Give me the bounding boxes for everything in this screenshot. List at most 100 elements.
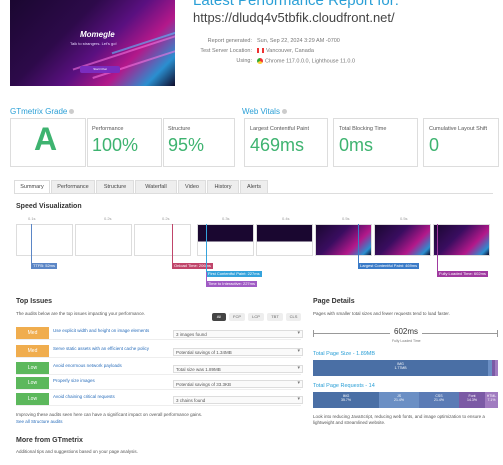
- chevron-down-icon[interactable]: ▾: [297, 396, 300, 402]
- page-screenshot-thumbnail: Momegle Talk to strangers. Let's go! Sta…: [10, 0, 175, 86]
- meta-key-location: Test Server Location:: [200, 48, 252, 54]
- issue-title[interactable]: Serve static assets with an efficient ca…: [53, 346, 178, 351]
- grade-letter: A: [34, 121, 58, 157]
- size-segment[interactable]: [495, 360, 498, 376]
- top-issues-subtitle: The audits below are the top issues impa…: [16, 311, 146, 316]
- filter-tbt[interactable]: TBT: [267, 313, 283, 321]
- issue-row[interactable]: Low Avoid chaining critical requests 3 c…: [16, 392, 303, 406]
- chevron-down-icon[interactable]: ▾: [297, 330, 300, 336]
- tick-label: 0.1s: [28, 216, 36, 221]
- filmstrip-frame[interactable]: [75, 224, 132, 256]
- onload-marker: [172, 224, 173, 264]
- request-segment-html[interactable]: HTML 7.1%: [485, 392, 498, 408]
- severity-badge: Med: [16, 345, 49, 357]
- severity-badge: Low: [16, 362, 49, 374]
- page-requests-bar: IMG 35.7% JS 21.4% CSS 21.4% Font 14.3% HTML…: [313, 392, 498, 408]
- issue-title[interactable]: Avoid enormous network payloads: [53, 363, 178, 368]
- lcp-label: Largest Contentful Paint: [250, 126, 310, 132]
- fully-loaded-marker: [437, 224, 438, 272]
- lcp-marker: [358, 224, 359, 264]
- filter-cls[interactable]: CLS: [286, 313, 301, 321]
- cls-label: Cumulative Layout Shift: [429, 126, 488, 132]
- chevron-down-icon[interactable]: ▾: [297, 365, 300, 371]
- info-icon[interactable]: [69, 109, 75, 115]
- filmstrip-frame[interactable]: [16, 224, 73, 256]
- fcp-marker: [206, 224, 207, 272]
- top-issues-title: Top Issues: [16, 298, 53, 305]
- request-segment-js[interactable]: JS 21.4%: [379, 392, 419, 408]
- chevron-down-icon[interactable]: ▾: [297, 348, 300, 354]
- meta-key-using: Using:: [236, 58, 252, 64]
- issue-value: Potential savings of 33.3KB: [173, 380, 303, 388]
- meta-key-generated: Report generated:: [207, 38, 252, 44]
- info-icon[interactable]: [281, 109, 287, 115]
- tab-structure[interactable]: Structure: [96, 180, 134, 194]
- issue-value: 3 chains found: [173, 396, 303, 404]
- filter-fcp[interactable]: FCP: [229, 313, 245, 321]
- chevron-down-icon[interactable]: ▾: [297, 380, 300, 386]
- page-details-note: Look into reducing JavaScript, reducing …: [313, 414, 485, 425]
- fully-loaded-caption: Fully Loaded Time: [392, 339, 421, 343]
- issue-row[interactable]: Low Avoid enormous network payloads Tota…: [16, 361, 303, 375]
- web-vitals-label: Web Vitals: [242, 107, 287, 116]
- report-title: Latest Performance Report for:: [193, 0, 399, 9]
- tti-label: Time to Interactive: 227ms: [206, 281, 257, 287]
- page-size-bar: IMG 1.77MB: [313, 360, 498, 376]
- request-segment-font[interactable]: Font 14.3%: [459, 392, 485, 408]
- ttfb-marker: [31, 224, 32, 264]
- tab-video[interactable]: Video: [178, 180, 206, 194]
- structure-label: Structure: [168, 126, 191, 132]
- issue-row[interactable]: Low Properly size images Potential savin…: [16, 376, 303, 390]
- tab-alerts[interactable]: Alerts: [240, 180, 268, 194]
- fcp-label: First Contentful Paint: 227ms: [206, 271, 262, 277]
- lcp-marker-label: Largest Contentful Paint: 469ms: [358, 263, 420, 269]
- tick-label: 0.4s: [282, 216, 290, 221]
- filmstrip-frame[interactable]: [134, 224, 191, 256]
- tab-performance[interactable]: Performance: [51, 180, 95, 194]
- tab-history[interactable]: History: [207, 180, 239, 194]
- more-subtitle: Additional tips and suggestions based on…: [16, 449, 138, 454]
- tab-summary[interactable]: Summary: [14, 180, 50, 194]
- speed-visualization-title: Speed Visualization: [16, 203, 82, 210]
- filmstrip-frame[interactable]: [315, 224, 372, 256]
- request-segment-img[interactable]: IMG 35.7%: [313, 392, 379, 408]
- structure-value: 95%: [168, 135, 205, 155]
- thumb-start-button: Start Chat: [80, 66, 120, 73]
- filter-all[interactable]: All: [212, 313, 226, 321]
- cls-value: 0: [429, 135, 440, 155]
- tab-waterfall[interactable]: Waterfall: [135, 180, 177, 194]
- meta-value-generated: Sun, Sep 22, 2024 3:29 AM -0700: [257, 38, 340, 44]
- filmstrip-frame[interactable]: [374, 224, 431, 256]
- issue-value: Potential savings of 1.34MB: [173, 348, 303, 356]
- meta-value-location: Vancouver, Canada: [257, 48, 314, 54]
- canada-flag-icon: [257, 48, 264, 54]
- structure-audits-link[interactable]: See all Structure audits: [16, 419, 63, 424]
- issue-title[interactable]: Properly size images: [53, 378, 178, 383]
- filter-lcp[interactable]: LCP: [248, 313, 264, 321]
- request-segment-css[interactable]: CSS 21.4%: [419, 392, 459, 408]
- more-title: More from GTmetrix: [16, 437, 83, 444]
- tbt-label: Total Blocking Time: [339, 126, 387, 132]
- issue-value: Total size was 1.89MB: [173, 365, 303, 373]
- timeline-end-tick: [497, 330, 498, 337]
- issue-title[interactable]: Use explicit width and height on image e…: [53, 328, 178, 333]
- size-segment-img[interactable]: IMG 1.77MB: [313, 360, 488, 376]
- performance-label: Performance: [92, 126, 124, 132]
- tick-label: 0.2s: [162, 216, 170, 221]
- issue-title[interactable]: Avoid chaining critical requests: [53, 394, 178, 399]
- tab-divider: [14, 193, 493, 194]
- chrome-icon: [257, 58, 263, 64]
- thumb-tagline: Talk to strangers. Let's go!: [70, 41, 117, 46]
- meta-value-using: Chrome 117.0.0.0, Lighthouse 11.0.0: [257, 58, 355, 64]
- performance-value: 100%: [92, 135, 139, 155]
- report-url[interactable]: https://dludq4v5tbfik.cloudfront.net/: [193, 10, 395, 25]
- tick-label: 0.5s: [400, 216, 408, 221]
- issue-row[interactable]: Med Use explicit width and height on ima…: [16, 326, 303, 340]
- issue-row[interactable]: Med Serve static assets with an efficien…: [16, 344, 303, 358]
- fully-loaded-value: 602ms: [390, 327, 423, 336]
- page-details-title: Page Details: [313, 298, 355, 305]
- filmstrip-frame[interactable]: [256, 224, 313, 256]
- thumb-logo-text: Momegle: [80, 30, 115, 39]
- filmstrip-frame[interactable]: [433, 224, 490, 256]
- issues-footer: Improving these audits seen here can hav…: [16, 412, 203, 417]
